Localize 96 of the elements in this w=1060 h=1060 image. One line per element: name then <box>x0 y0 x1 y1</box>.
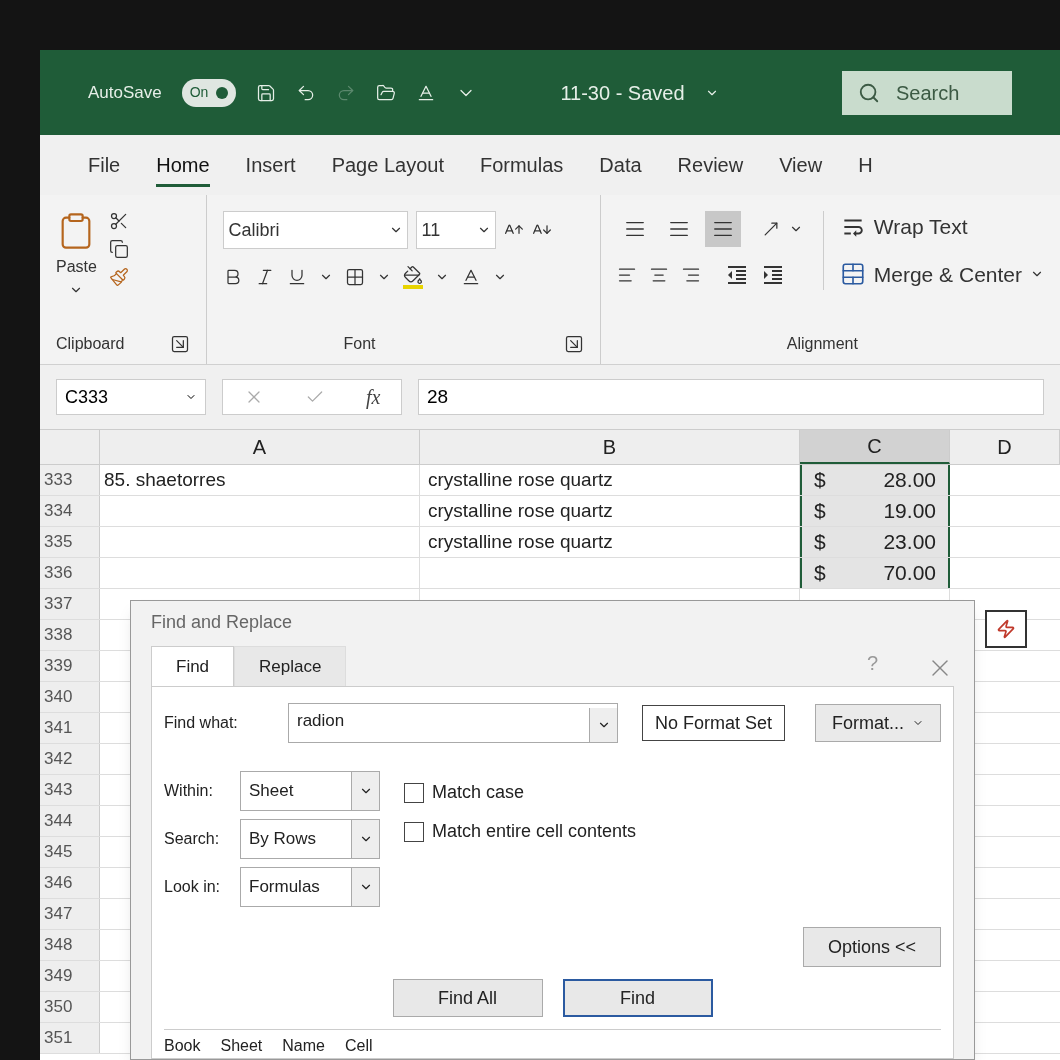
currency-symbol: $ <box>814 498 826 525</box>
dialog-tab[interactable]: Replace <box>234 646 347 686</box>
row-number[interactable]: 346 <box>40 868 100 898</box>
ribbon-tab[interactable]: Formulas <box>479 150 564 187</box>
checkbox-label: Match case <box>432 781 525 804</box>
find-what-label: Find what: <box>164 713 239 733</box>
row-number[interactable]: 340 <box>40 682 100 712</box>
row-number[interactable]: 337 <box>40 589 100 619</box>
option-label: Within: <box>164 781 214 801</box>
search-field[interactable]: Search <box>842 70 1012 115</box>
option-label: Look in: <box>164 877 222 897</box>
options-button[interactable]: Options << <box>802 927 941 967</box>
dialog-button[interactable]: Find <box>562 979 713 1017</box>
ribbon-tab[interactable]: Home <box>156 150 210 187</box>
row-number[interactable]: 348 <box>40 930 100 960</box>
table-cell-text: 85. shaetorres <box>104 467 226 492</box>
ribbon-tab[interactable]: Insert <box>245 150 296 187</box>
checkbox[interactable] <box>404 821 424 842</box>
option-dropdown[interactable]: By Rows <box>240 819 380 859</box>
paste-label[interactable]: Paste <box>56 255 97 279</box>
ribbon-tab[interactable]: File <box>88 150 121 187</box>
dialog-launcher-icon[interactable] <box>170 334 191 354</box>
format-status: No Format Set <box>642 705 786 741</box>
group-label: Alignment <box>786 334 859 354</box>
row-number[interactable]: 338 <box>40 620 100 650</box>
table-cell-text: 28.00 <box>883 467 936 494</box>
group-label: Font <box>343 334 376 354</box>
table-cell-text: crystalline rose quartz <box>428 467 613 492</box>
dialog-tab[interactable]: Find <box>151 646 235 686</box>
merge-center-button[interactable]: Merge & Center <box>839 258 1022 290</box>
folder-icon[interactable] <box>376 82 397 103</box>
autosave-label: AutoSave <box>88 81 162 104</box>
currency-symbol: $ <box>814 560 826 587</box>
row-number[interactable]: 336 <box>40 558 100 588</box>
row-number[interactable]: 334 <box>40 496 100 526</box>
results-column-header[interactable]: Cell <box>344 1034 373 1058</box>
option-dropdown[interactable]: Formulas <box>240 867 380 907</box>
insert-function-button[interactable]: fx <box>365 382 381 412</box>
wrap-text-button[interactable]: Wrap Text <box>839 211 1044 243</box>
table-cell-text: 23.00 <box>883 529 936 556</box>
row-number[interactable]: 339 <box>40 651 100 681</box>
group-label: Clipboard <box>56 334 125 354</box>
dialog-button[interactable]: Find All <box>392 979 543 1017</box>
row-number[interactable]: 343 <box>40 775 100 805</box>
option-label: Search: <box>164 829 221 849</box>
row-number[interactable]: 350 <box>40 992 100 1022</box>
ribbon-tab[interactable]: Page Layout <box>331 150 444 187</box>
column-header[interactable]: C <box>800 430 950 464</box>
row-number[interactable]: 351 <box>40 1023 100 1053</box>
vertical-align-button[interactable] <box>704 211 741 247</box>
name-box[interactable]: C333 <box>56 379 206 415</box>
results-column-header[interactable]: Sheet <box>220 1034 263 1058</box>
dialog-title: Find and Replace <box>151 611 293 634</box>
font-size-dropdown[interactable]: 11 <box>416 211 497 249</box>
format-painter-icon[interactable] <box>108 267 129 287</box>
row-number[interactable]: 345 <box>40 837 100 867</box>
table-cell-text: 70.00 <box>883 560 936 587</box>
results-column-header[interactable]: Book <box>164 1034 201 1058</box>
cut-icon[interactable] <box>108 211 129 231</box>
column-header[interactable]: A <box>100 430 420 464</box>
find-what-field[interactable]: radion <box>288 703 618 743</box>
quick-analysis-icon[interactable] <box>985 610 1027 648</box>
formula-input[interactable]: 28 <box>418 379 1044 415</box>
results-column-header[interactable]: Name <box>282 1034 325 1058</box>
table-cell-text: crystalline rose quartz <box>428 498 613 523</box>
row-number[interactable]: 349 <box>40 961 100 991</box>
row-number[interactable]: 347 <box>40 899 100 929</box>
copy-icon[interactable] <box>108 239 129 259</box>
row-number[interactable]: 333 <box>40 465 100 495</box>
borders-icon[interactable] <box>345 267 366 287</box>
row-number[interactable]: 341 <box>40 713 100 743</box>
ribbon-tab[interactable]: Review <box>677 150 744 187</box>
font-name-dropdown[interactable]: Calibri <box>223 211 409 249</box>
table-cell-text: crystalline rose quartz <box>428 529 613 554</box>
autosave-toggle[interactable]: On <box>181 78 237 107</box>
window-title: 11-30 - Saved <box>560 80 685 106</box>
checkbox[interactable] <box>404 782 424 803</box>
column-header[interactable]: D <box>950 430 1060 464</box>
ribbon-tab[interactable]: View <box>779 150 823 187</box>
dialog-launcher-icon[interactable] <box>563 334 584 354</box>
ribbon-tab[interactable]: H <box>858 150 873 187</box>
format-button[interactable]: Format... <box>815 704 941 742</box>
checkbox-label: Match entire cell contents <box>432 820 637 843</box>
merge-icon <box>839 261 866 288</box>
currency-symbol: $ <box>814 529 826 556</box>
currency-symbol: $ <box>814 467 826 494</box>
row-number[interactable]: 335 <box>40 527 100 557</box>
table-cell-text: 19.00 <box>883 498 936 525</box>
row-number[interactable]: 344 <box>40 806 100 836</box>
option-dropdown[interactable]: Sheet <box>240 771 380 811</box>
search-icon <box>858 81 880 104</box>
ribbon-tab[interactable]: Data <box>599 150 642 187</box>
search-placeholder: Search <box>896 80 960 106</box>
save-icon[interactable] <box>256 82 277 103</box>
row-number[interactable]: 342 <box>40 744 100 774</box>
fill-color-icon[interactable] <box>403 265 424 289</box>
